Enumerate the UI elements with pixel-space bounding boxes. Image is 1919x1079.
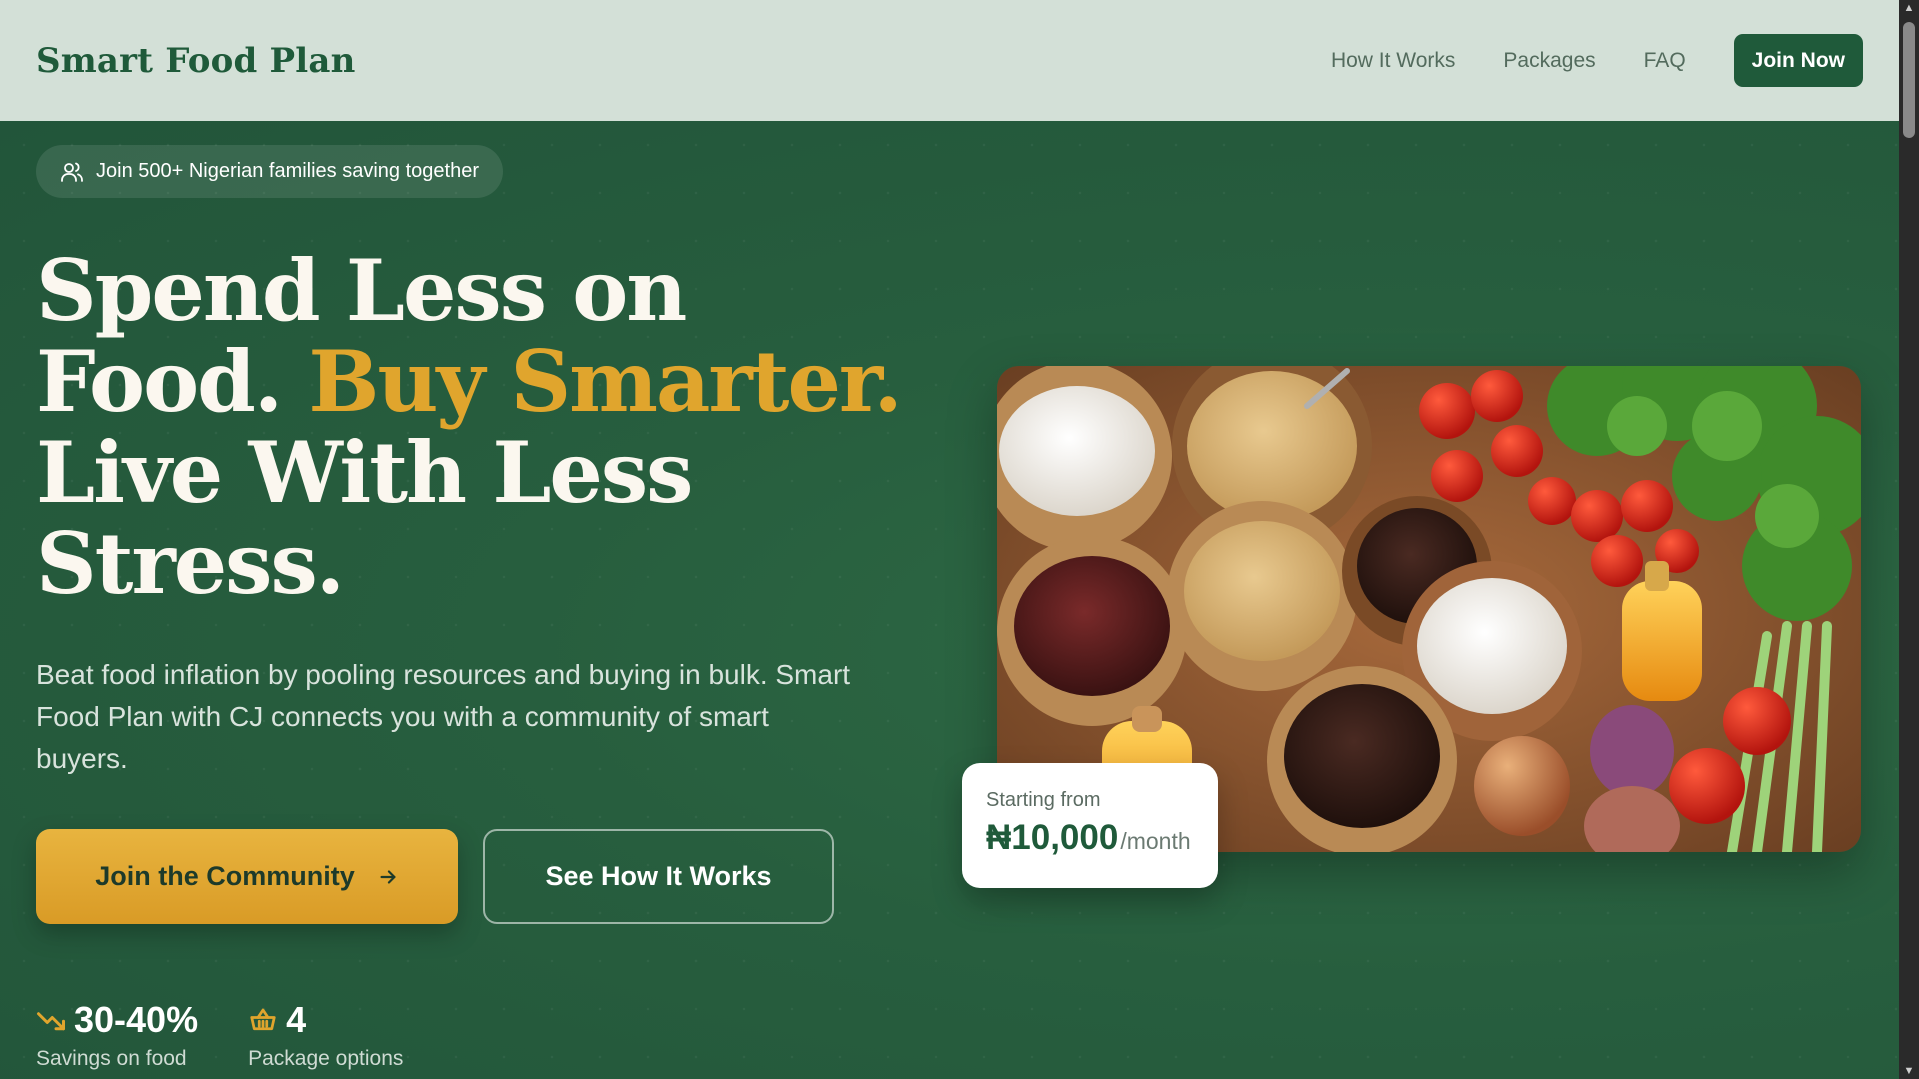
see-how-it-works-button[interactable]: See How It Works <box>483 829 834 924</box>
users-icon <box>61 162 83 182</box>
join-community-button[interactable]: Join the Community <box>36 829 458 924</box>
hero-headline: Spend Less on Food. Buy Smarter. Live Wi… <box>36 245 936 609</box>
arrow-right-icon <box>380 869 396 884</box>
hero-section: Join 500+ Nigerian families saving toget… <box>0 121 1899 1079</box>
brand-logo[interactable]: Smart Food Plan <box>36 41 356 81</box>
stat-packages-value: 4 <box>286 999 307 1040</box>
nav-link-packages[interactable]: Packages <box>1503 49 1595 73</box>
community-badge-text: Join 500+ Nigerian families saving toget… <box>96 160 479 182</box>
community-badge: Join 500+ Nigerian families saving toget… <box>36 145 503 198</box>
headline-accent: Buy Smarter. <box>308 332 902 431</box>
page-scrollbar[interactable]: ▲ ▼ <box>1899 0 1919 1079</box>
stat-packages: 4 Package options <box>248 999 403 1071</box>
price-unit: /month <box>1120 828 1191 854</box>
headline-part-2: Live With Less Stress. <box>36 423 693 613</box>
stat-savings: 30-40% Savings on food <box>36 999 198 1071</box>
price-amount: ₦10,000 <box>986 818 1119 857</box>
nav-link-faq[interactable]: FAQ <box>1644 49 1686 73</box>
join-community-label: Join the Community <box>95 861 355 891</box>
trending-down-icon <box>37 1012 65 1031</box>
price-card: Starting from ₦10,000 /month <box>962 763 1218 888</box>
nav-link-how-it-works[interactable]: How It Works <box>1331 49 1455 73</box>
hero-stats: 30-40% Savings on food 4 Package options <box>36 999 403 1071</box>
scroll-up-arrow-icon[interactable]: ▲ <box>1903 2 1915 14</box>
scroll-thumb[interactable] <box>1903 22 1915 138</box>
hero-subtext: Beat food inflation by pooling resources… <box>36 659 851 774</box>
site-header: Smart Food Plan How It Works Packages FA… <box>0 0 1899 121</box>
stat-savings-label: Savings on food <box>36 1047 187 1070</box>
price-label: Starting from <box>986 789 1101 811</box>
stat-savings-value: 30-40% <box>74 999 199 1040</box>
basket-icon <box>250 1008 276 1031</box>
join-now-button[interactable]: Join Now <box>1733 34 1863 87</box>
scroll-down-arrow-icon[interactable]: ▼ <box>1903 1065 1915 1077</box>
main-nav: How It Works Packages FAQ Join Now <box>1331 34 1863 87</box>
stat-packages-label: Package options <box>248 1047 404 1070</box>
